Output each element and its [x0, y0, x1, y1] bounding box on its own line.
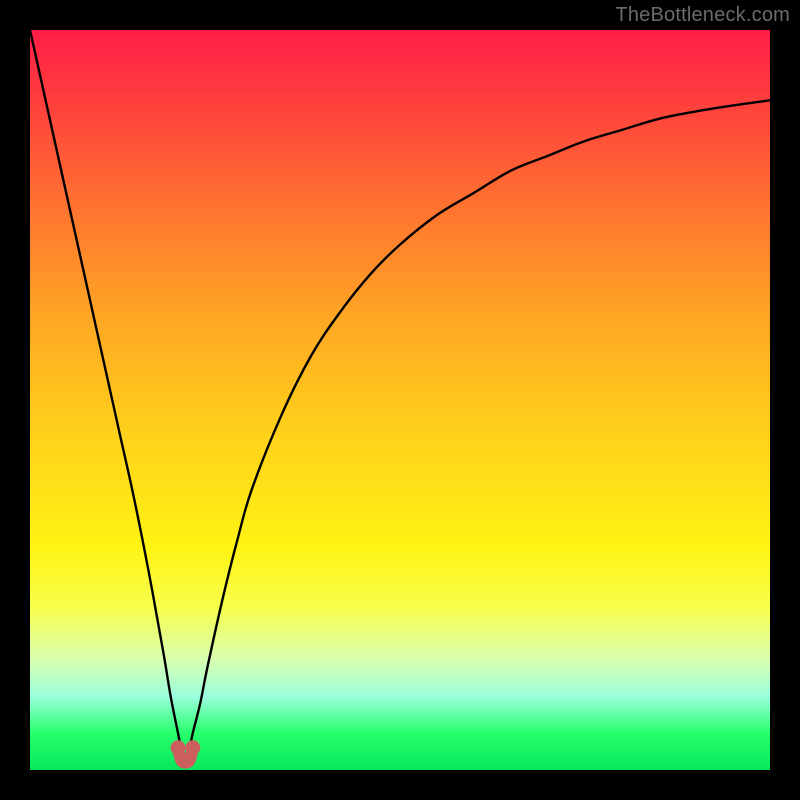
valley-right-dot [185, 740, 200, 755]
watermark-text: TheBottleneck.com [615, 4, 790, 27]
bottleneck-curve [30, 30, 770, 759]
valley-left-dot [171, 740, 186, 755]
plot-area [30, 30, 770, 770]
curve-svg [30, 30, 770, 770]
chart-frame: TheBottleneck.com [0, 0, 800, 800]
